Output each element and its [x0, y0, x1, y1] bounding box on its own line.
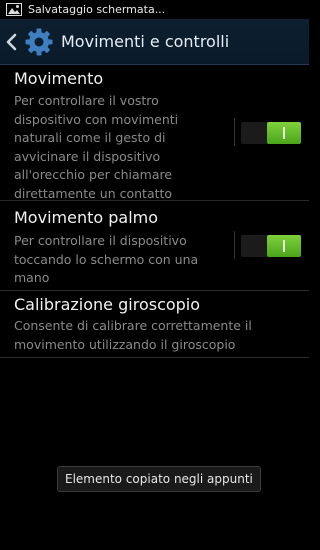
- notification-text: Salvataggio schermata...: [28, 3, 166, 16]
- toggle-thumb-on: [267, 122, 301, 144]
- setting-title: Movimento: [14, 69, 104, 88]
- movimento-toggle[interactable]: [234, 118, 302, 146]
- movimento-palmo-toggle[interactable]: [234, 231, 302, 259]
- toast-message: Elemento copiato negli appunti: [57, 466, 261, 492]
- screen: Salvataggio schermata... Movimenti e con…: [0, 0, 309, 550]
- action-bar[interactable]: Movimenti e controlli: [0, 19, 309, 65]
- setting-item-movimento-palmo[interactable]: Movimento palmo Per controllare il dispo…: [0, 201, 309, 291]
- status-bar: Salvataggio schermata...: [0, 0, 309, 19]
- page-title: Movimenti e controlli: [61, 32, 230, 51]
- setting-summary: Consente di calibrare correttamente il m…: [14, 318, 252, 352]
- setting-summary: Per controllare il vostro dispositivo co…: [14, 93, 179, 201]
- setting-summary: Per controllare il dispositivo toccando …: [14, 233, 199, 285]
- toggle-thumb-on: [267, 235, 301, 257]
- gear-icon: [25, 28, 53, 56]
- chevron-left-icon[interactable]: [5, 33, 19, 51]
- image-icon: [6, 3, 22, 16]
- setting-item-calibrazione-giroscopio[interactable]: Calibrazione giroscopio Consente di cali…: [0, 291, 309, 358]
- setting-title: Calibrazione giroscopio: [14, 295, 201, 314]
- setting-item-movimento[interactable]: Movimento Per controllare il vostro disp…: [0, 65, 309, 201]
- setting-title: Movimento palmo: [14, 208, 159, 227]
